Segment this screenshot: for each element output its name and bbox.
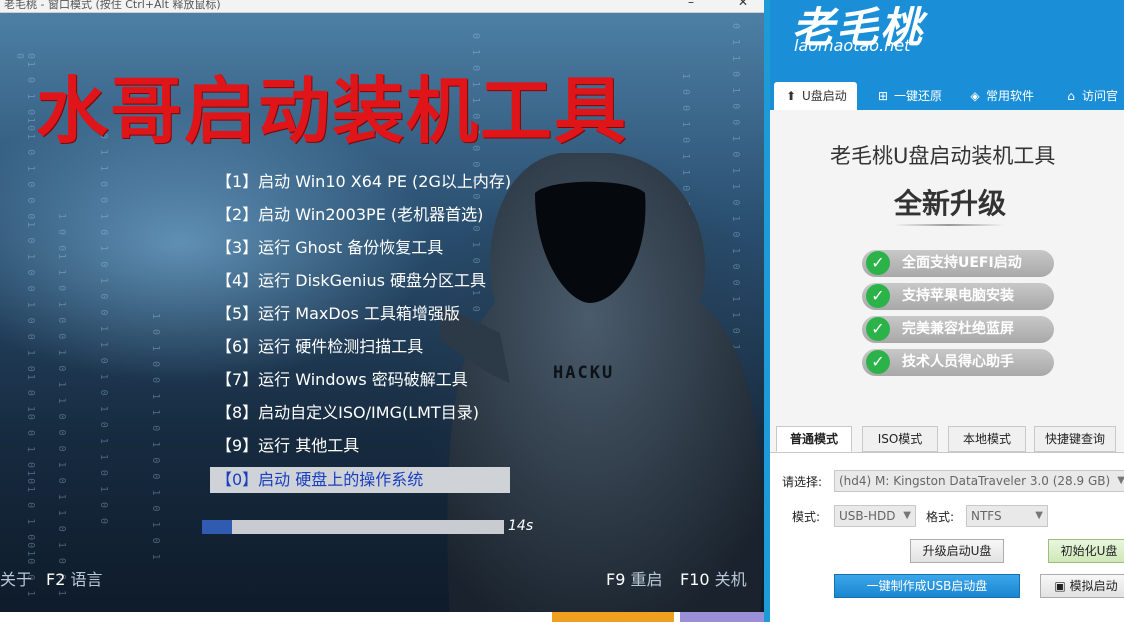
- minimize-icon[interactable]: –: [688, 0, 694, 9]
- chevron-down-icon: ▼: [1035, 510, 1043, 521]
- check-icon: ✓: [866, 251, 890, 275]
- taskbar-strip: [0, 612, 764, 622]
- f9-key: F9: [606, 570, 626, 589]
- footer-language[interactable]: F2 语言: [46, 566, 103, 590]
- device-value: (hd4) M: Kingston DataTraveler 3.0 (28.9…: [839, 474, 1111, 488]
- tab-hotkey-query[interactable]: 快捷键查询: [1034, 426, 1116, 452]
- footer-shutdown[interactable]: F10 关机: [680, 566, 747, 590]
- upgrade-usb-button[interactable]: 升级启动U盘: [910, 539, 1004, 563]
- make-usb-boot-button[interactable]: 一键制作成USB启动盘: [834, 574, 1020, 598]
- app-title: 老毛桃U盘启动装机工具: [830, 144, 1056, 168]
- mode-label: 模式:: [792, 510, 821, 524]
- nav-label: 一键还原: [894, 89, 943, 103]
- progress-fill: [202, 520, 233, 534]
- mode-panel: 请选择: (hd4) M: Kingston DataTraveler 3.0 …: [770, 452, 1124, 622]
- boot-menu-title: 水哥启动装机工具: [36, 69, 629, 153]
- app-navbar: ⬆ U盘启动 ⊞ 一键还原 ◈ 常用软件 ⌂ 访问官: [770, 80, 1124, 110]
- home-icon: ⌂: [1067, 89, 1075, 103]
- feature-text: 完美兼容杜绝蓝屏: [902, 321, 1014, 337]
- boot-menu-item[interactable]: 【8】启动自定义ISO/IMG(LMT目录): [214, 399, 511, 432]
- format-select[interactable]: NTFS ▼: [966, 505, 1048, 527]
- feature-badge: ✓ 支持苹果电脑安装: [862, 283, 1054, 310]
- boot-menu-item[interactable]: 【9】运行 其他工具: [214, 432, 511, 465]
- restart-label: 重启: [630, 570, 663, 589]
- simulate-boot-button[interactable]: ▣ 模拟启动: [1040, 574, 1124, 598]
- check-icon: ✓: [866, 284, 890, 308]
- boot-menu-list: 【1】启动 Win10 X64 PE (2G以上内存) 【2】启动 Win200…: [210, 168, 511, 493]
- binary-rain: 0 1 1 0 0 1 0 1 0 1 0 0 1 1 0 1 0 1 0 1 …: [98, 133, 109, 527]
- shutdown-label: 关机: [714, 570, 747, 589]
- app-content: 老毛桃U盘启动装机工具 全新升级 ✓ 全面支持UEFI启动 ✓ 支持苹果电脑安装 ✓…: [770, 110, 1124, 622]
- footer-restart[interactable]: F9 重启: [606, 566, 663, 590]
- close-icon[interactable]: ✕: [738, 0, 748, 9]
- mode-tabs: 普通模式 ISO模式 本地模式 快捷键查询: [776, 426, 1124, 452]
- subtitle-underline: [894, 224, 1004, 226]
- feature-badge: ✓ 完美兼容杜绝蓝屏: [862, 316, 1054, 343]
- about-label: 关于: [0, 570, 33, 589]
- boot-window-titlebar: 老毛桃 - 窗口模式 (按住 Ctrl+Alt 释放鼠标) – ✕: [0, 0, 764, 13]
- monitor-icon: ▣: [1054, 579, 1066, 593]
- hood-text: HACKU: [553, 363, 615, 383]
- format-label: 格式:: [926, 510, 955, 524]
- taskbar-item[interactable]: [680, 612, 764, 622]
- boot-window-title: 老毛桃 - 窗口模式 (按住 Ctrl+Alt 释放鼠标): [4, 0, 221, 11]
- boot-menu-item[interactable]: 【5】运行 MaxDos 工具箱增强版: [214, 300, 511, 333]
- binary-rain: 01 0 1 0101 0 1 0 0 01 0 1 0 0 1 0 0 1 0…: [14, 53, 36, 599]
- feature-badge: ✓ 技术人员得心助手: [862, 349, 1054, 376]
- boot-menu-item[interactable]: 【2】启动 Win2003PE (老机器首选): [214, 201, 511, 234]
- check-icon: ✓: [866, 317, 890, 341]
- boot-countdown-progress: [202, 520, 504, 534]
- binary-rain: 1 0 1 0 0 1 1 0 1 0 0 1 0 1 0 1: [150, 313, 161, 562]
- tab-local-mode[interactable]: 本地模式: [948, 426, 1026, 452]
- app-domain: laomaotao.net: [794, 36, 911, 55]
- box-icon: ◈: [970, 89, 980, 103]
- init-usb-button[interactable]: 初始化U盘: [1048, 539, 1124, 563]
- tab-normal-mode[interactable]: 普通模式: [776, 426, 852, 452]
- feature-text: 支持苹果电脑安装: [902, 288, 1014, 304]
- language-label: 语言: [70, 570, 103, 589]
- binary-rain: 1 0 01 1 0 1 0 0 1 0 1 1 0 0 0 1 0 1 1 0…: [56, 213, 67, 598]
- feature-badge: ✓ 全面支持UEFI启动: [862, 250, 1054, 277]
- tab-iso-mode[interactable]: ISO模式: [862, 426, 938, 452]
- boot-menu-item[interactable]: 【4】运行 DiskGenius 硬盘分区工具: [214, 267, 511, 300]
- feature-text: 全面支持UEFI启动: [902, 255, 1022, 271]
- format-value: NTFS: [971, 509, 1002, 523]
- boot-menu-item[interactable]: 【1】启动 Win10 X64 PE (2G以上内存): [214, 168, 511, 201]
- laomaotao-app-window: 老毛桃 laomaotao.net ⬆ U盘启动 ⊞ 一键还原 ◈ 常用软件 ⌂ 访问官…: [770, 0, 1124, 622]
- nav-one-key-restore[interactable]: ⊞ 一键还原: [876, 82, 942, 110]
- footer-about[interactable]: 关于: [0, 566, 32, 590]
- check-icon: ✓: [866, 350, 890, 374]
- chevron-down-icon: ▼: [1117, 471, 1124, 491]
- app-banner: 老毛桃 laomaotao.net: [770, 0, 1124, 80]
- chevron-down-icon: ▼: [903, 510, 911, 521]
- nav-label: U盘启动: [802, 89, 847, 103]
- app-subtitle: 全新升级: [894, 187, 1007, 220]
- boot-menu-item[interactable]: 【7】运行 Windows 密码破解工具: [214, 366, 511, 399]
- countdown-timer: 14s: [508, 518, 534, 534]
- nav-label: 访问官: [1082, 89, 1119, 103]
- usb-icon: ⬆: [785, 89, 797, 103]
- device-select[interactable]: (hd4) M: Kingston DataTraveler 3.0 (28.9…: [834, 470, 1124, 492]
- taskbar-item[interactable]: [552, 612, 674, 622]
- mode-select[interactable]: USB-HDD ▼: [834, 505, 916, 527]
- f10-key: F10: [680, 570, 710, 589]
- f2-key: F2: [46, 570, 66, 589]
- boot-menu-window: 老毛桃 - 窗口模式 (按住 Ctrl+Alt 释放鼠标) – ✕ 01 0 1…: [0, 0, 764, 622]
- nav-usb-boot[interactable]: ⬆ U盘启动: [774, 82, 857, 110]
- boot-menu-item-selected[interactable]: 【0】启动 硬盘上的操作系统: [210, 467, 510, 493]
- feature-text: 技术人员得心助手: [902, 354, 1014, 370]
- nav-label: 常用软件: [986, 89, 1035, 103]
- nav-common-software[interactable]: ◈ 常用软件: [968, 82, 1034, 110]
- boot-menu-item[interactable]: 【3】运行 Ghost 备份恢复工具: [214, 234, 511, 267]
- device-label: 请选择:: [782, 475, 823, 489]
- mode-value: USB-HDD: [839, 509, 896, 523]
- nav-visit-site[interactable]: ⌂ 访问官: [1064, 82, 1118, 110]
- windows-icon: ⊞: [877, 89, 889, 103]
- boot-menu-item[interactable]: 【6】运行 硬件检测扫描工具: [214, 333, 511, 366]
- simulate-label: 模拟启动: [1069, 579, 1118, 593]
